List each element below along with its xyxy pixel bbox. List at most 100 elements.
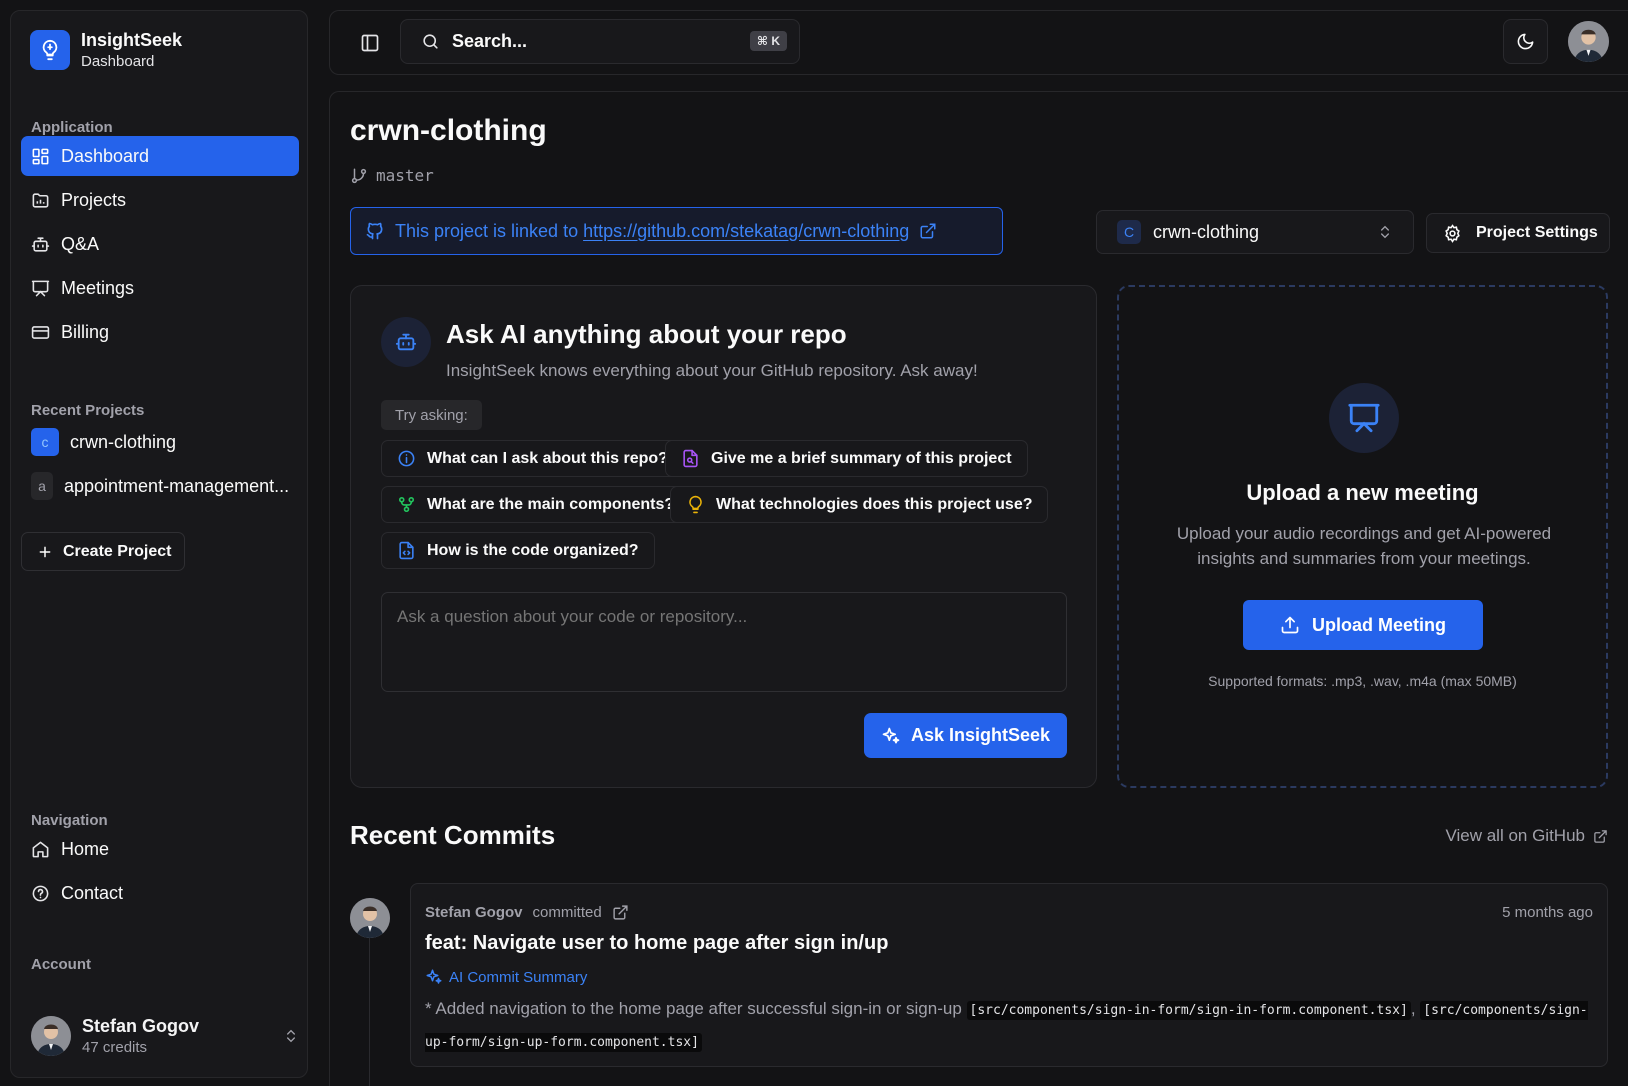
git-branch-icon	[350, 167, 368, 185]
page-title: crwn-clothing	[350, 114, 547, 147]
avatar	[31, 1016, 71, 1056]
sidebar-item-label: Billing	[61, 321, 110, 342]
commit-message: feat: Navigate user to home page after s…	[425, 932, 889, 954]
project-badge: C	[1117, 220, 1141, 244]
view-all-label: View all on GitHub	[1445, 826, 1585, 845]
credit-card-icon	[31, 323, 50, 342]
bot-icon	[381, 317, 431, 367]
upload-button-label: Upload Meeting	[1312, 614, 1446, 635]
commit-summary: * Added navigation to the home page afte…	[425, 994, 1595, 1058]
brand[interactable]: InsightSeek Dashboard	[30, 30, 182, 70]
sidebar-item-label: Meetings	[61, 277, 135, 298]
theme-toggle-button[interactable]	[1503, 19, 1548, 64]
search-placeholder: Search...	[452, 31, 528, 51]
plus-icon	[37, 544, 53, 560]
suggestion-brief-summary[interactable]: Give me a brief summary of this project	[665, 440, 1028, 477]
github-repo-link[interactable]: https://github.com/stekatag/crwn-clothin…	[583, 221, 909, 241]
sidebar-item-home[interactable]: Home	[21, 829, 299, 869]
ai-summary-label: AI Commit Summary	[449, 968, 588, 986]
commit-card: Stefan Gogov committed 5 months ago feat…	[410, 883, 1608, 1067]
ai-commit-summary-label: AI Commit Summary	[425, 968, 587, 986]
sidebar-item-label: Dashboard	[61, 145, 150, 166]
suggestion-what-can-i-ask[interactable]: What can I ask about this repo?	[381, 440, 684, 477]
sidebar-item-dashboard[interactable]: Dashboard	[21, 136, 299, 176]
commit-meta: Stefan Gogov committed	[425, 904, 629, 921]
presentation-icon	[31, 279, 50, 298]
bot-icon	[31, 235, 50, 254]
commit-time: 5 months ago	[1502, 904, 1593, 921]
suggestion-label: How is the code organized?	[427, 541, 639, 559]
ask-title: Ask AI anything about your repo	[446, 319, 847, 349]
suggestion-label: What technologies does this project use?	[716, 495, 1033, 513]
sidebar-item-qa[interactable]: Q&A	[21, 224, 299, 264]
project-settings-button[interactable]: Project Settings	[1426, 213, 1610, 253]
recent-project-name: crwn-clothing	[70, 431, 177, 452]
user-account-menu[interactable]: Stefan Gogov 47 credits	[31, 1016, 299, 1056]
summary-file: [src/components/sign-in-form/sign-in-for…	[966, 1001, 1411, 1020]
search-input[interactable]: Search... ⌘ K	[400, 19, 800, 64]
upload-icon	[1280, 615, 1300, 635]
navigation-section-label: Navigation	[31, 812, 108, 829]
upload-meeting-button[interactable]: Upload Meeting	[1243, 600, 1483, 650]
try-asking-label: Try asking:	[381, 400, 482, 430]
project-badge: c	[31, 428, 59, 456]
suggestion-label: Give me a brief summary of this project	[711, 449, 1012, 467]
sidebar-item-billing[interactable]: Billing	[21, 312, 299, 352]
lightbulb-icon	[686, 495, 705, 514]
sparkles-icon	[881, 726, 901, 746]
recent-commits-title: Recent Commits	[350, 820, 556, 850]
user-credits: 47 credits	[82, 1039, 148, 1056]
project-settings-label: Project Settings	[1476, 224, 1598, 241]
sidebar-item-contact[interactable]: Contact	[21, 873, 299, 913]
create-project-label: Create Project	[63, 542, 172, 560]
lightbulb-logo-icon	[30, 30, 70, 70]
sidebar: InsightSeek Dashboard Application Dashbo…	[10, 10, 308, 1078]
github-link-banner[interactable]: This project is linked to https://github…	[350, 207, 1003, 255]
summary-separator: ,	[1410, 999, 1421, 1018]
suggestion-code-organized[interactable]: How is the code organized?	[381, 532, 655, 569]
create-project-button[interactable]: Create Project	[21, 532, 185, 571]
gear-icon	[1443, 223, 1462, 243]
ask-subtitle: InsightSeek knows everything about your …	[446, 361, 978, 380]
commit-action: committed	[532, 904, 602, 921]
git-fork-icon	[397, 495, 416, 514]
sidebar-toggle-button[interactable]	[347, 20, 392, 65]
branch-name: master	[376, 166, 434, 185]
branch-indicator: master	[350, 166, 434, 185]
recent-project-crwn-clothing[interactable]: c crwn-clothing	[31, 428, 176, 456]
external-link-icon	[919, 222, 937, 240]
home-icon	[31, 840, 50, 859]
view-all-github-link[interactable]: View all on GitHub	[1445, 826, 1608, 846]
supported-formats: Supported formats: .mp3, .wav, .m4a (max…	[1208, 673, 1517, 689]
folder-icon	[31, 191, 50, 210]
chevrons-up-down-icon	[283, 1028, 299, 1044]
project-selector[interactable]: C crwn-clothing	[1096, 210, 1414, 254]
presentation-icon	[1329, 383, 1399, 453]
upload-title: Upload a new meeting	[1246, 480, 1479, 505]
recent-project-appointment-management[interactable]: a appointment-management...	[31, 472, 289, 500]
question-input[interactable]	[381, 592, 1067, 692]
info-icon	[397, 449, 416, 468]
file-code-icon	[397, 541, 416, 560]
external-link-icon[interactable]	[612, 904, 629, 921]
layout-grid-icon	[31, 147, 50, 166]
sidebar-item-label: Home	[61, 838, 110, 859]
summary-text: * Added navigation to the home page afte…	[425, 999, 967, 1018]
suggestion-main-components[interactable]: What are the main components?	[381, 486, 691, 523]
sidebar-item-projects[interactable]: Projects	[21, 180, 299, 220]
moon-icon	[1516, 32, 1535, 51]
suggestion-label: What can I ask about this repo?	[427, 449, 668, 467]
upload-meeting-card[interactable]: Upload a new meeting Upload your audio r…	[1117, 285, 1608, 788]
brand-name: InsightSeek	[81, 30, 183, 50]
sparkles-icon	[425, 968, 443, 986]
github-icon	[365, 221, 385, 241]
user-name: Stefan Gogov	[82, 1016, 200, 1036]
ask-insightseek-button[interactable]: Ask InsightSeek	[864, 713, 1067, 758]
sidebar-item-label: Projects	[61, 189, 127, 210]
suggestion-technologies[interactable]: What technologies does this project use?	[670, 486, 1049, 523]
project-selector-value: crwn-clothing	[1153, 221, 1260, 242]
application-section-label: Application	[31, 119, 113, 136]
recent-project-name: appointment-management...	[64, 475, 290, 496]
user-avatar-button[interactable]	[1568, 21, 1609, 62]
sidebar-item-meetings[interactable]: Meetings	[21, 268, 299, 308]
